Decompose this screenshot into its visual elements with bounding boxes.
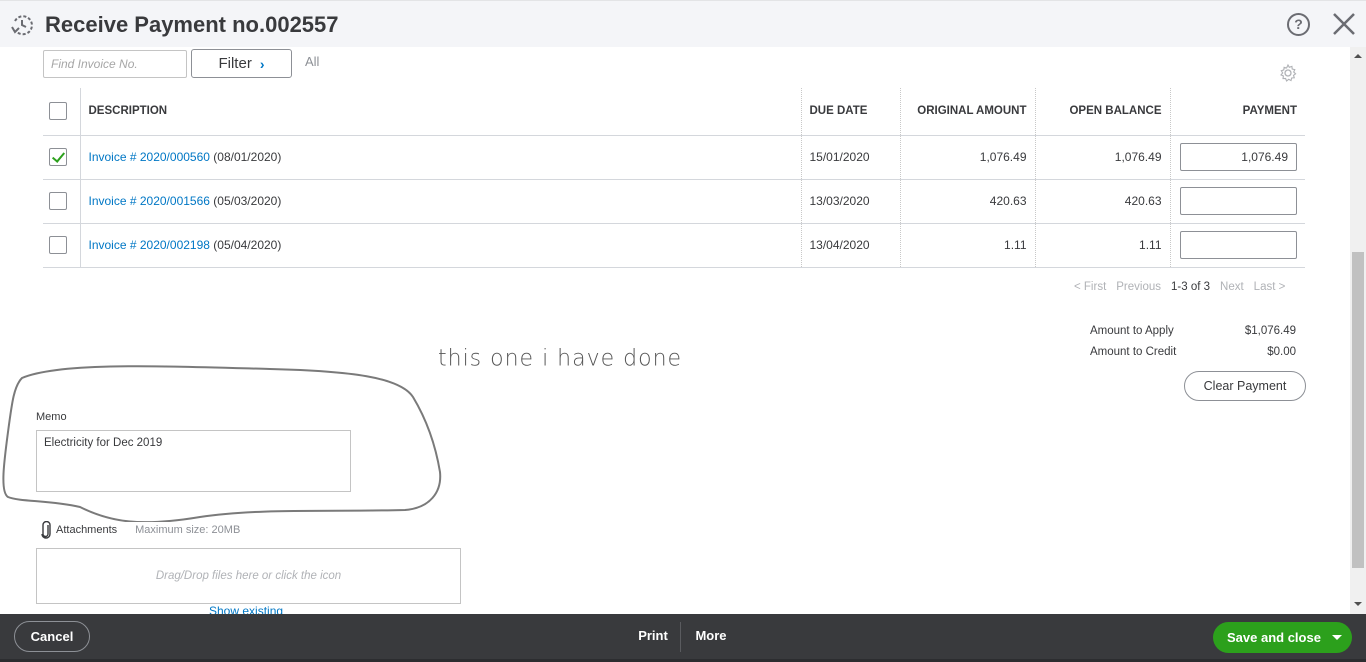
caret-down-icon[interactable] — [1332, 635, 1342, 640]
column-header-original-amount[interactable]: ORIGINAL AMOUNT — [899, 88, 1035, 136]
original-amount-cell: 1.11 — [899, 223, 1035, 268]
invoice-table: DESCRIPTION DUE DATE ORIGINAL AMOUNT OPE… — [43, 88, 1305, 268]
history-clock-icon — [11, 15, 33, 36]
handwritten-note: this one i have done — [438, 345, 683, 372]
payment-cell — [1169, 135, 1305, 180]
table-row: Invoice # 2020/002198 (05/04/2020) 13/04… — [43, 223, 1305, 268]
amount-to-apply-row: Amount to Apply $1,076.49 — [1090, 320, 1296, 341]
pagination-first[interactable]: < First — [1074, 281, 1106, 293]
column-header-open-balance[interactable]: OPEN BALANCE — [1034, 88, 1170, 136]
pagination: < First Previous 1-3 of 3 Next Last > — [1074, 281, 1285, 293]
dialog-header: Receive Payment no.002557 ? — [0, 0, 1366, 47]
more-button[interactable]: More — [690, 628, 732, 643]
attachments-label: Attachments — [56, 524, 118, 536]
chevron-right-icon: › — [259, 55, 265, 72]
open-balance-cell: 420.63 — [1034, 179, 1170, 224]
invoice-link[interactable]: Invoice # 2020/000560 — [89, 150, 210, 164]
vertical-scrollbar[interactable] — [1350, 47, 1366, 614]
scroll-up-arrow-icon[interactable] — [1354, 54, 1362, 58]
payment-cell — [1169, 223, 1305, 268]
description-cell: Invoice # 2020/002198 (05/04/2020) — [79, 223, 801, 268]
help-icon[interactable]: ? — [1287, 13, 1310, 36]
table-row: Invoice # 2020/000560 (08/01/2020) 15/01… — [43, 135, 1305, 180]
payment-summary: Amount to Apply $1,076.49 Amount to Cred… — [1090, 320, 1296, 362]
cancel-button[interactable]: Cancel — [14, 621, 90, 652]
description-cell: Invoice # 2020/001566 (05/03/2020) — [79, 179, 801, 224]
due-date-cell: 13/03/2020 — [800, 179, 900, 224]
find-invoice-input[interactable] — [43, 50, 187, 78]
scroll-thumb[interactable] — [1352, 252, 1364, 568]
attachment-drop-zone[interactable]: Drag/Drop files here or click the icon — [36, 548, 461, 604]
page-title: Receive Payment no.002557 — [45, 12, 339, 37]
payment-cell — [1169, 179, 1305, 224]
amount-to-apply-label: Amount to Apply — [1090, 324, 1174, 337]
scroll-down-arrow-icon[interactable] — [1354, 602, 1362, 606]
column-header-description[interactable]: DESCRIPTION — [79, 88, 801, 136]
column-header-due-date[interactable]: DUE DATE — [800, 88, 900, 136]
filter-button[interactable]: Filter › — [191, 49, 292, 78]
pagination-count: 1-3 of 3 — [1171, 281, 1211, 293]
invoice-link[interactable]: Invoice # 2020/001566 — [89, 194, 210, 208]
due-date-cell: 13/04/2020 — [800, 223, 900, 268]
original-amount-cell: 420.63 — [899, 179, 1035, 224]
memo-textarea[interactable]: Electricity for Dec 2019 — [36, 430, 351, 492]
column-header-payment[interactable]: PAYMENT — [1169, 88, 1305, 136]
clear-payment-button[interactable]: Clear Payment — [1184, 371, 1306, 401]
open-balance-cell: 1.11 — [1034, 223, 1170, 268]
save-and-close-label[interactable]: Save and close — [1213, 630, 1332, 645]
amount-to-apply-value: $1,076.49 — [1244, 324, 1296, 337]
amount-to-credit-row: Amount to Credit $0.00 — [1090, 341, 1296, 362]
attachments-row: Attachments Maximum size: 20MB — [40, 521, 240, 539]
payment-input[interactable] — [1180, 143, 1297, 171]
close-icon[interactable] — [1331, 11, 1357, 37]
pagination-last[interactable]: Last > — [1254, 281, 1286, 293]
dialog-content: Filter › All DESCRIPTION DUE DATE ORIGIN… — [0, 47, 1350, 614]
invoice-date: (05/04/2020) — [213, 238, 282, 252]
row-checkbox[interactable] — [49, 192, 67, 210]
due-date-cell: 15/01/2020 — [800, 135, 900, 180]
description-cell: Invoice # 2020/000560 (08/01/2020) — [79, 135, 801, 180]
row-checkbox[interactable] — [49, 236, 67, 254]
dialog-footer: Cancel Print More Save and close — [0, 614, 1366, 662]
amount-to-credit-label: Amount to Credit — [1090, 345, 1177, 358]
footer-divider — [680, 622, 681, 652]
paperclip-icon[interactable] — [40, 521, 52, 539]
amount-to-credit-value: $0.00 — [1267, 345, 1296, 358]
original-amount-cell: 1,076.49 — [899, 135, 1035, 180]
invoice-date: (08/01/2020) — [213, 150, 282, 164]
invoice-date: (05/03/2020) — [213, 194, 282, 208]
row-checkbox[interactable] — [49, 148, 67, 166]
print-button[interactable]: Print — [628, 628, 678, 643]
select-all-cell — [43, 88, 80, 136]
select-all-checkbox[interactable] — [49, 102, 67, 121]
max-size-label: Maximum size: 20MB — [135, 524, 241, 536]
payment-input[interactable] — [1180, 231, 1297, 259]
payment-input[interactable] — [1180, 187, 1297, 215]
gear-icon[interactable] — [1278, 63, 1298, 83]
filter-scope-label: All — [305, 54, 320, 69]
invoice-link[interactable]: Invoice # 2020/002198 — [89, 238, 210, 252]
memo-label: Memo — [36, 411, 67, 423]
table-header-row: DESCRIPTION DUE DATE ORIGINAL AMOUNT OPE… — [43, 88, 1305, 136]
show-existing-link[interactable]: Show existing — [209, 604, 283, 614]
table-row: Invoice # 2020/001566 (05/03/2020) 13/03… — [43, 179, 1305, 224]
save-and-close-button: Save and close — [1213, 622, 1352, 653]
pagination-previous[interactable]: Previous — [1116, 281, 1161, 293]
filter-label: Filter — [218, 55, 252, 72]
pagination-next[interactable]: Next — [1220, 281, 1244, 293]
open-balance-cell: 1,076.49 — [1034, 135, 1170, 180]
